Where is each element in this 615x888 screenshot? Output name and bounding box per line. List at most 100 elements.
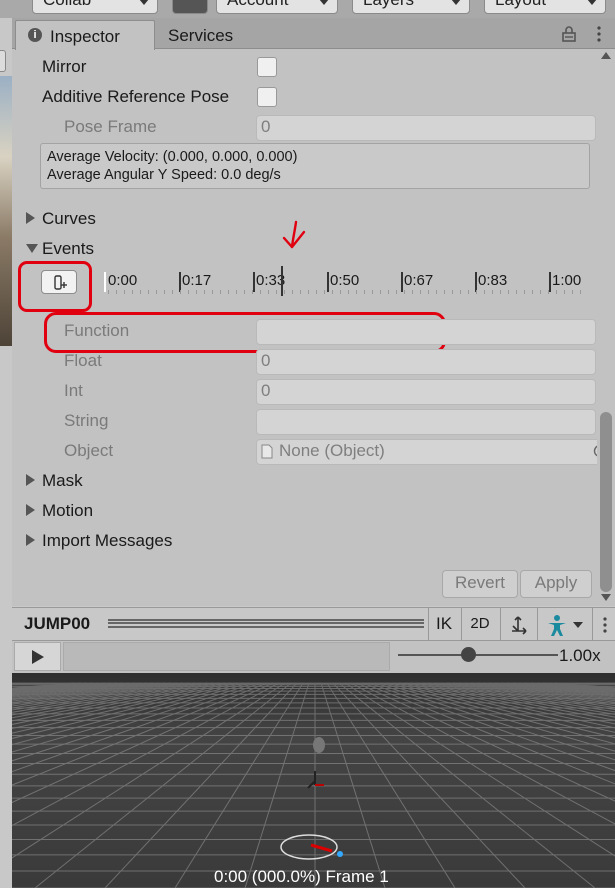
timeline-minor-tick	[516, 290, 517, 294]
timeline-minor-tick	[212, 290, 213, 294]
curves-foldout-arrow-icon[interactable]	[26, 212, 35, 224]
chevron-down-icon	[573, 621, 584, 628]
additive-pose-checkbox[interactable]	[257, 87, 277, 107]
preview-scrubber[interactable]	[63, 642, 390, 671]
float-field[interactable]: 0	[256, 349, 596, 375]
mirror-label: Mirror	[42, 57, 87, 76]
collab-dropdown[interactable]: Collab	[32, 0, 158, 14]
ik-toggle[interactable]: IK	[428, 608, 459, 640]
pose-frame-label: Pose Frame	[64, 117, 157, 136]
timeline-tick-label: 0:17	[182, 272, 212, 289]
timeline-minor-tick	[132, 290, 133, 294]
layout-dropdown[interactable]: Layout	[484, 0, 606, 14]
average-angular-text: Average Angular Y Speed: 0.0 deg/s	[47, 167, 281, 183]
timeline-minor-tick	[508, 290, 509, 294]
timeline-minor-tick	[444, 290, 445, 294]
2d-toggle[interactable]: 2D	[461, 608, 498, 640]
mask-foldout-arrow-icon[interactable]	[26, 474, 35, 486]
layers-dropdown[interactable]: Layers	[352, 0, 470, 14]
timeline-minor-tick	[412, 290, 413, 294]
pose-frame-field[interactable]: 0	[256, 115, 596, 141]
timeline-tick-line	[179, 272, 181, 292]
timeline-minor-tick	[156, 290, 157, 294]
string-field[interactable]	[256, 409, 596, 435]
motion-section-label[interactable]: Motion	[42, 501, 93, 521]
timeline-minor-tick	[420, 290, 421, 294]
scene-view-button[interactable]	[0, 50, 6, 72]
timeline-minor-tick	[492, 290, 493, 294]
preview-drag-handle[interactable]	[108, 619, 424, 628]
timeline-minor-tick	[364, 290, 365, 294]
curves-section-label[interactable]: Curves	[42, 209, 96, 229]
timeline-minor-tick	[124, 290, 125, 294]
tab-inspector[interactable]: i Inspector	[15, 20, 155, 50]
account-label: Account	[227, 0, 288, 9]
tab-services[interactable]: Services	[168, 26, 233, 46]
function-label: Function	[64, 321, 130, 340]
speed-slider[interactable]	[398, 654, 558, 656]
events-foldout-arrow-icon[interactable]	[26, 244, 38, 253]
motion-foldout-arrow-icon[interactable]	[26, 504, 35, 516]
timeline-minor-tick	[460, 290, 461, 294]
timeline-minor-tick	[524, 290, 525, 294]
preview-viewport[interactable]	[12, 673, 615, 888]
timeline-minor-tick	[404, 290, 405, 294]
timeline-minor-tick	[452, 290, 453, 294]
timeline-minor-tick	[300, 290, 301, 294]
timeline-minor-tick	[324, 290, 325, 294]
timeline-playhead[interactable]	[281, 266, 284, 296]
account-dropdown[interactable]: Account	[216, 0, 338, 14]
timeline-minor-tick	[140, 290, 141, 294]
object-field[interactable]: None (Object)	[256, 439, 614, 465]
string-label: String	[64, 411, 109, 430]
preview-menu-button[interactable]	[592, 608, 615, 640]
timeline-minor-tick	[228, 290, 229, 294]
average-velocity-text: Average Velocity: (0.000, 0.000, 0.000)	[47, 149, 298, 165]
scrollbar-thumb[interactable]	[600, 412, 612, 592]
timeline-minor-tick	[268, 290, 269, 294]
scroll-down-arrow-icon[interactable]	[601, 594, 611, 601]
additive-pose-label: Additive Reference Pose	[42, 87, 230, 106]
object-label: Object	[64, 441, 114, 460]
timeline-minor-tick	[572, 290, 573, 294]
timeline-minor-tick	[500, 290, 501, 294]
timeline-minor-tick	[244, 290, 245, 294]
info-icon: i	[28, 28, 42, 42]
mask-section-label[interactable]: Mask	[42, 471, 83, 491]
timeline-minor-tick	[468, 290, 469, 294]
timeline-minor-tick	[564, 290, 565, 294]
cloud-button[interactable]	[172, 0, 208, 14]
pivot-toggle[interactable]	[500, 608, 535, 640]
annotation-add-event-circle	[18, 261, 92, 312]
timeline-minor-tick	[580, 290, 581, 294]
collab-label: Collab	[43, 0, 91, 9]
timeline-tick-label: 1:00	[552, 272, 582, 289]
timeline-minor-tick	[548, 290, 549, 294]
move-tool-icon	[512, 615, 527, 635]
mirror-checkbox[interactable]	[257, 57, 277, 77]
int-field[interactable]: 0	[256, 379, 596, 405]
timeline-tick-label: 0:50	[330, 272, 360, 289]
layout-label: Layout	[495, 0, 546, 9]
events-section-label[interactable]: Events	[42, 239, 94, 259]
timeline-minor-tick	[348, 290, 349, 294]
timeline-tick-line	[327, 272, 329, 292]
event-timeline[interactable]: 0:00 0:17 0:33 0:50 0:67 0:83 1:00	[104, 266, 586, 296]
apply-button[interactable]: Apply	[520, 570, 592, 598]
object-field-value: None (Object)	[279, 441, 385, 460]
timeline-minor-tick	[260, 290, 261, 294]
import-messages-section-label[interactable]: Import Messages	[42, 531, 172, 551]
annotation-arrow-icon	[282, 220, 306, 249]
function-field[interactable]	[256, 319, 596, 345]
lock-icon[interactable]	[562, 26, 576, 42]
kebab-icon[interactable]	[596, 26, 602, 42]
import-messages-foldout-arrow-icon[interactable]	[26, 534, 35, 546]
timeline-minor-tick	[116, 290, 117, 294]
play-button[interactable]	[14, 642, 61, 671]
scroll-up-arrow-icon[interactable]	[601, 52, 611, 59]
timeline-minor-tick	[428, 290, 429, 294]
kebab-icon	[602, 616, 607, 633]
revert-button[interactable]: Revert	[442, 570, 518, 598]
avatar-dropdown[interactable]	[537, 608, 590, 640]
document-icon	[261, 444, 273, 459]
